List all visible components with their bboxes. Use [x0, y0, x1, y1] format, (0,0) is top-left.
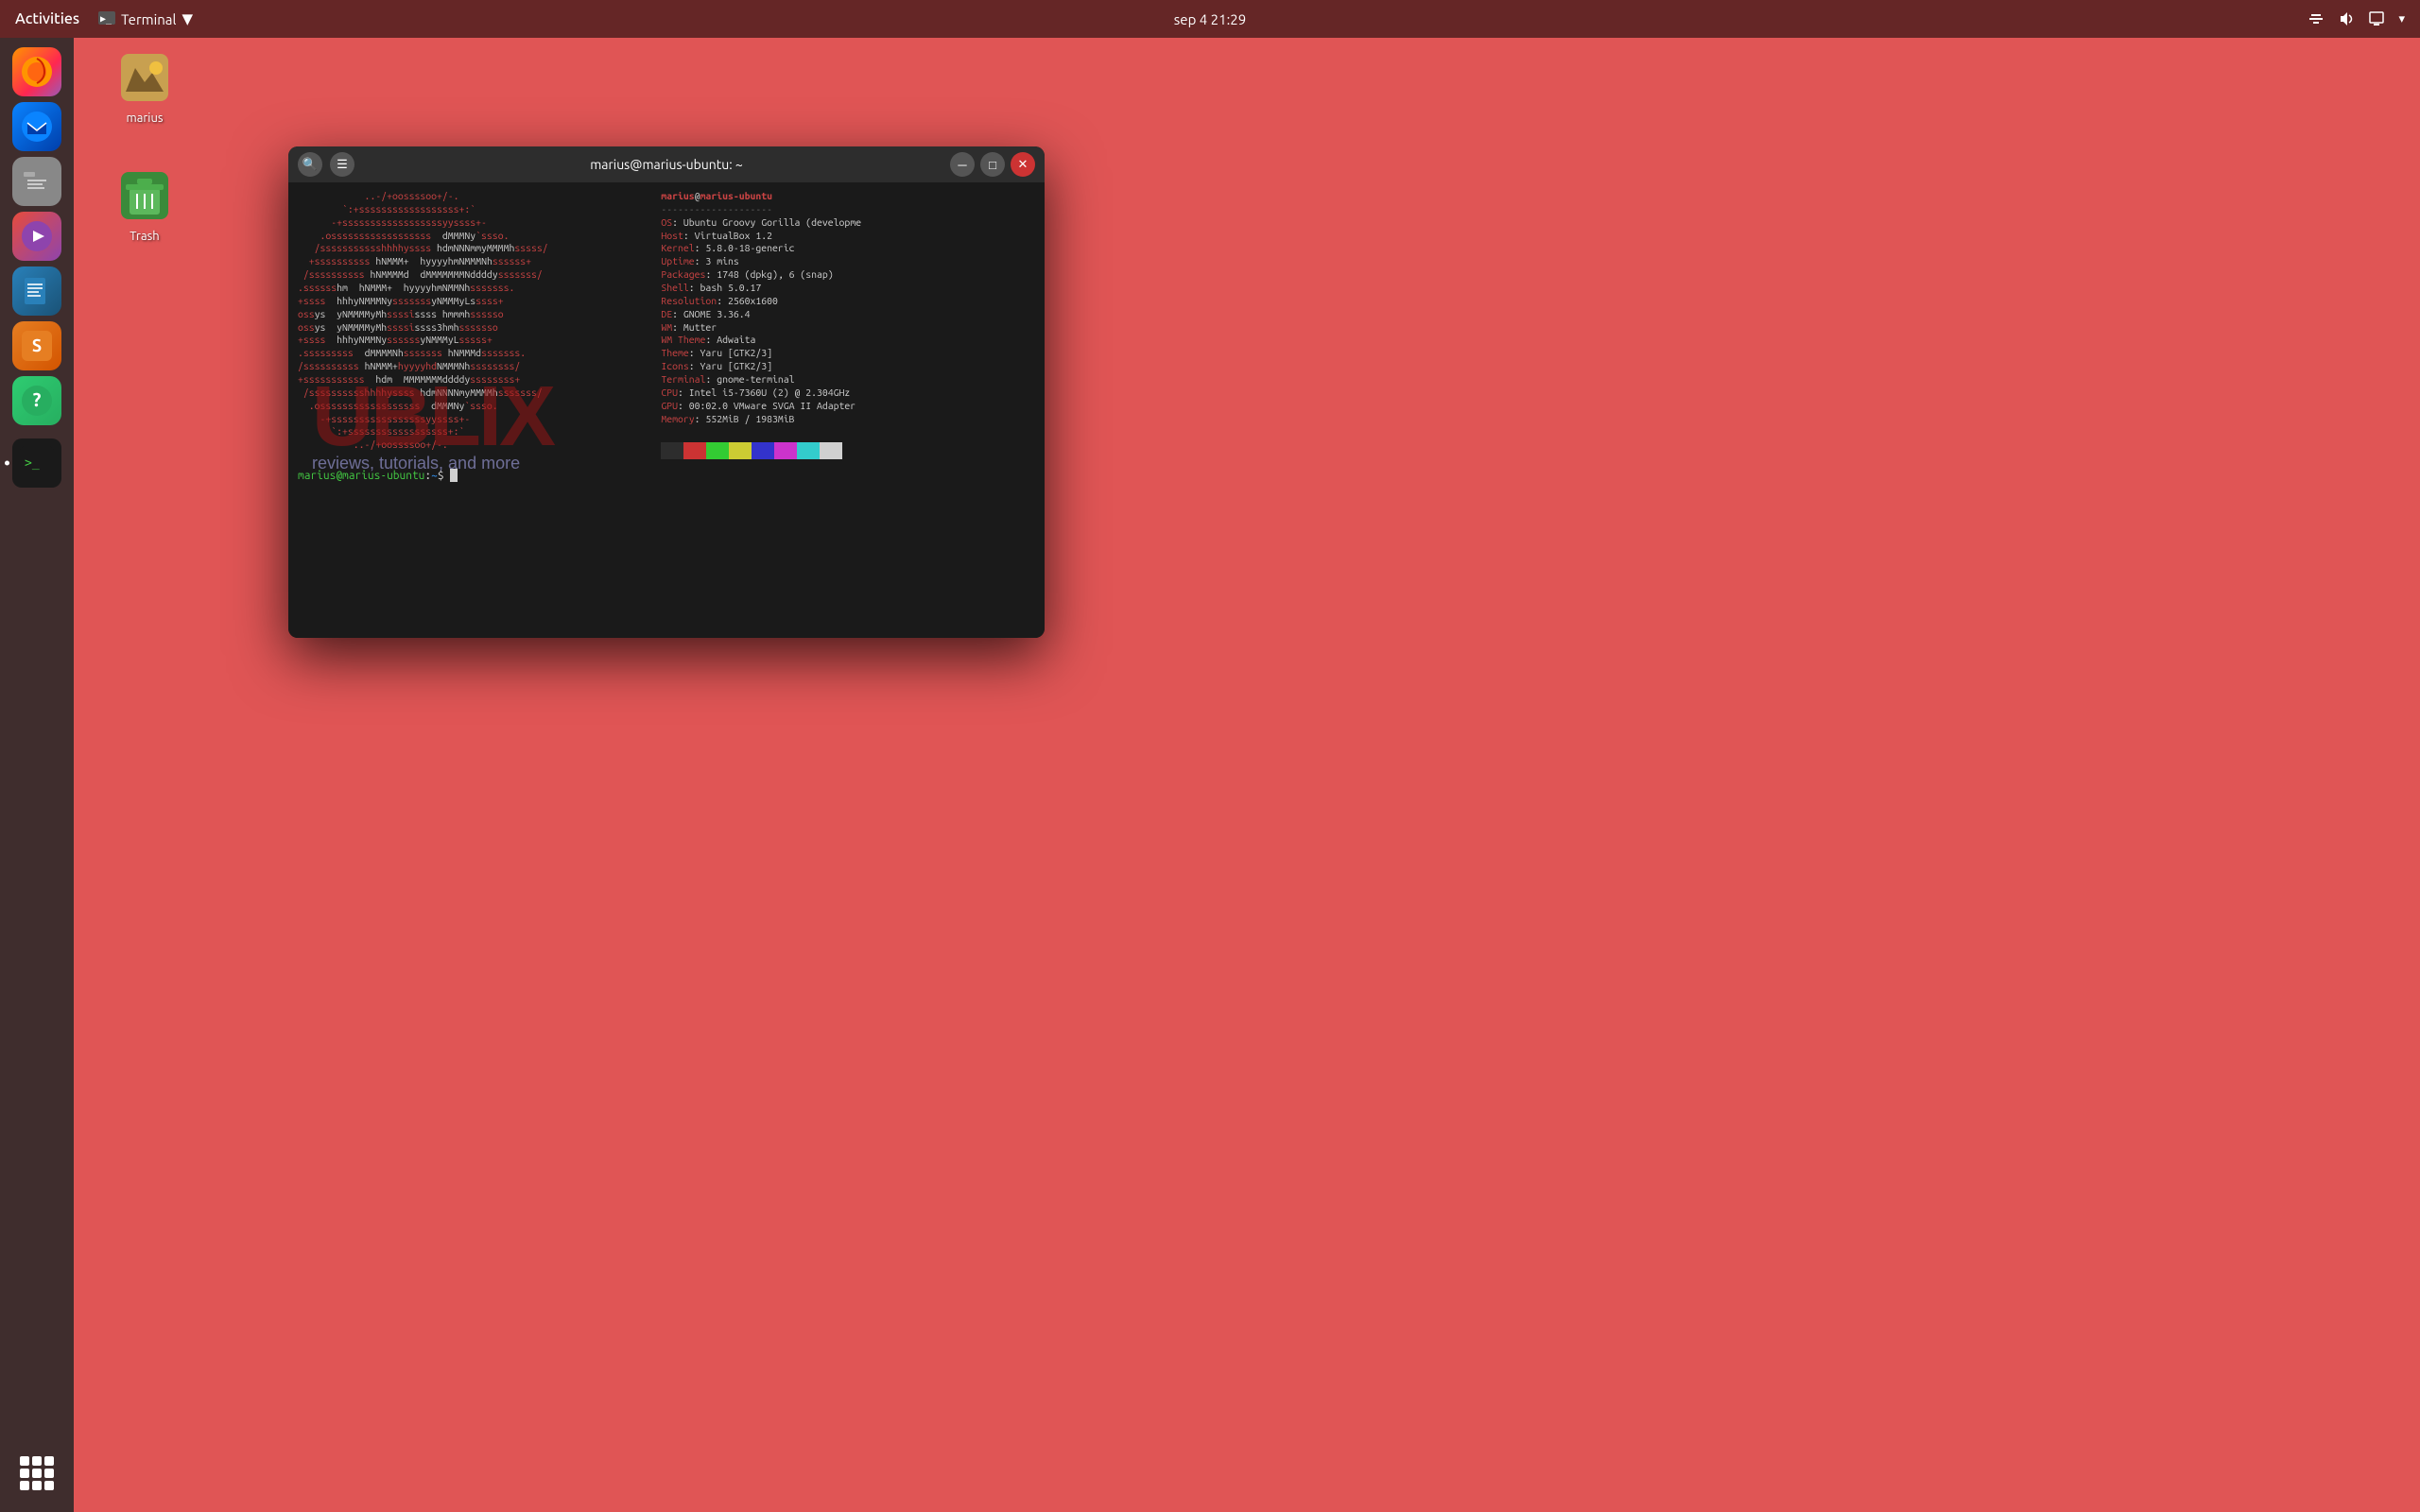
- svg-text:▶_: ▶_: [100, 14, 112, 25]
- topbar-left: Activities ▶_ Terminal ▼: [15, 10, 193, 27]
- files-icon: [12, 157, 61, 206]
- terminal-content: ..-/+oossssoo+/-. `:+ssssssssssssssssss+…: [298, 190, 1035, 630]
- dock: S ? >_: [0, 38, 74, 1512]
- color-palette: [661, 442, 1035, 459]
- rhythmbox-icon: [12, 212, 61, 261]
- neofetch-sysinfo: marius@marius-ubuntu -------------------…: [651, 190, 1035, 459]
- thunderbird-icon: [12, 102, 61, 151]
- color-blue: [752, 442, 774, 459]
- topbar: Activities ▶_ Terminal ▼ sep 4 21:29 ▾: [0, 0, 2420, 38]
- color-red: [683, 442, 706, 459]
- color-cyan: [797, 442, 820, 459]
- marius-icon: [114, 47, 175, 108]
- terminal-menu-button[interactable]: ☰: [330, 152, 354, 177]
- dock-item-thunderbird[interactable]: [12, 102, 61, 151]
- color-yellow: [729, 442, 752, 459]
- topbar-datetime: sep 4 21:29: [1174, 11, 1246, 27]
- terminal-minimize-button[interactable]: ─: [950, 152, 975, 177]
- svg-text:>_: >_: [25, 456, 40, 471]
- terminal-indicator[interactable]: ▶_ Terminal ▼: [98, 10, 193, 27]
- marius-label: marius: [126, 112, 163, 125]
- terminal-close-button[interactable]: ✕: [1011, 152, 1035, 177]
- topbar-system-tray: ▾: [2308, 10, 2405, 27]
- help-icon: ?: [12, 376, 61, 425]
- trash-label: Trash: [130, 230, 159, 243]
- dock-show-apps[interactable]: [12, 1449, 61, 1498]
- svg-text:?: ?: [33, 388, 42, 410]
- show-apps-icon: [12, 1449, 61, 1498]
- writer-icon: [12, 266, 61, 316]
- trash-icon: [114, 165, 175, 226]
- snap-icon: S: [12, 321, 61, 370]
- terminal-label: Terminal: [121, 11, 176, 27]
- system-menu-chevron[interactable]: ▾: [2398, 12, 2405, 26]
- color-green: [706, 442, 729, 459]
- dock-item-rhythmbox[interactable]: [12, 212, 61, 261]
- terminal-window: 🔍 ☰ marius@marius-ubuntu: ~ ─ □ ✕ ..-/+o…: [288, 146, 1045, 638]
- dock-item-terminal[interactable]: >_: [12, 438, 61, 488]
- color-magenta: [774, 442, 797, 459]
- firefox-icon: [12, 47, 61, 96]
- titlebar-left: 🔍 ☰: [298, 152, 354, 177]
- dock-item-firefox[interactable]: [12, 47, 61, 96]
- cursor: [450, 469, 458, 482]
- desktop-icon-trash[interactable]: Trash: [102, 165, 187, 243]
- terminal-dock-icon: >_: [12, 438, 61, 488]
- terminal-prompt-line: marius@marius-ubuntu:~$: [298, 469, 1035, 485]
- dock-item-snap[interactable]: S: [12, 321, 61, 370]
- terminal-maximize-button[interactable]: □: [980, 152, 1005, 177]
- terminal-titlebar: 🔍 ☰ marius@marius-ubuntu: ~ ─ □ ✕: [288, 146, 1045, 182]
- activities-button[interactable]: Activities: [15, 10, 79, 27]
- terminal-dropdown-icon: ▼: [182, 10, 193, 27]
- dock-item-files[interactable]: [12, 157, 61, 206]
- dock-item-writer[interactable]: [12, 266, 61, 316]
- color-white: [820, 442, 842, 459]
- terminal-body[interactable]: ..-/+oossssoo+/-. `:+ssssssssssssssssss+…: [288, 182, 1045, 638]
- terminal-icon: ▶_: [98, 11, 115, 27]
- titlebar-right: ─ □ ✕: [950, 152, 1035, 177]
- terminal-search-button[interactable]: 🔍: [298, 152, 322, 177]
- color-black: [661, 442, 683, 459]
- volume-icon[interactable]: [2338, 10, 2355, 27]
- neofetch-art: ..-/+oossssoo+/-. `:+ssssssssssssssssss+…: [298, 190, 651, 459]
- svg-text:S: S: [32, 336, 42, 355]
- desktop-icon-marius[interactable]: marius: [102, 47, 187, 125]
- terminal-title: marius@marius-ubuntu: ~: [590, 157, 743, 172]
- prompt-user: marius@marius-ubuntu: [298, 470, 424, 482]
- network-icon[interactable]: [2308, 10, 2325, 27]
- display-icon[interactable]: [2368, 10, 2385, 27]
- dock-item-help[interactable]: ?: [12, 376, 61, 425]
- running-indicator: [5, 461, 9, 466]
- sysinfo-user: marius: [661, 190, 694, 201]
